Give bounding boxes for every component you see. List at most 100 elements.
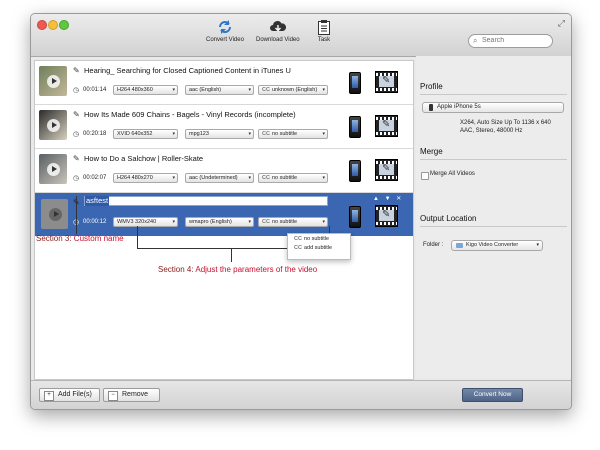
divider bbox=[420, 94, 567, 95]
divider bbox=[420, 159, 567, 160]
task-button[interactable]: Task bbox=[317, 19, 331, 43]
clock-icon: ◷ bbox=[73, 131, 80, 138]
clipboard-icon bbox=[318, 20, 330, 35]
video-edit-icon[interactable] bbox=[375, 71, 398, 93]
popup-no-subtitle[interactable]: CC no subtitle bbox=[288, 234, 350, 243]
video-duration: 00:02:07 bbox=[83, 175, 107, 181]
remove-file-icon: − bbox=[108, 391, 118, 401]
video-codec-value: XVID 640x352 bbox=[117, 131, 153, 137]
download-video-button[interactable]: Download Video bbox=[256, 19, 300, 43]
video-edit-icon[interactable] bbox=[375, 159, 398, 181]
add-file-icon: + bbox=[44, 391, 54, 401]
audio-track-select[interactable]: aac (English) ▾ bbox=[185, 85, 254, 95]
row-controls: ▲ ▼ ✕ bbox=[373, 195, 405, 202]
dropdown-arrow-icon: ▾ bbox=[172, 87, 175, 93]
video-edit-icon[interactable] bbox=[375, 115, 398, 137]
video-thumbnail[interactable] bbox=[39, 154, 67, 184]
merge-all-label[interactable]: Merge All Videos bbox=[430, 171, 475, 177]
dropdown-arrow-icon: ▾ bbox=[322, 131, 325, 137]
close-window-button[interactable] bbox=[37, 20, 47, 30]
annotation-key: Section 4: bbox=[158, 265, 194, 274]
subtitle-select[interactable]: CC no subtitle ▾ bbox=[258, 173, 328, 183]
video-row[interactable]: ✎ How to Do a Salchow | Roller-Skate ◷ 0… bbox=[35, 149, 413, 193]
play-icon[interactable] bbox=[47, 119, 60, 132]
profile-select-button[interactable]: Apple iPhone 5s bbox=[422, 102, 564, 113]
audio-track-value: aac (Undetermined) bbox=[189, 175, 238, 181]
audio-track-value: wmapro (English) bbox=[189, 219, 232, 225]
search-icon: ⌕ bbox=[473, 36, 478, 45]
iphone-profile-icon[interactable] bbox=[349, 116, 361, 138]
video-thumbnail[interactable] bbox=[39, 66, 67, 96]
download-video-label: Download Video bbox=[256, 37, 300, 43]
remove-row-icon[interactable]: ✕ bbox=[396, 196, 401, 202]
annotation-text: Custom name bbox=[71, 234, 124, 243]
search-box[interactable]: ⌕ bbox=[468, 34, 553, 48]
audio-track-select[interactable]: aac (Undetermined) ▾ bbox=[185, 173, 254, 183]
iphone-profile-icon[interactable] bbox=[349, 72, 361, 94]
custom-name-field[interactable] bbox=[84, 196, 328, 206]
play-icon[interactable] bbox=[49, 208, 62, 221]
search-input[interactable] bbox=[482, 36, 548, 45]
iphone-profile-icon[interactable] bbox=[349, 206, 361, 228]
video-codec-value: H264 480x270 bbox=[117, 175, 153, 181]
subtitle-value: no subtitle bbox=[271, 131, 298, 137]
minimize-window-button[interactable] bbox=[48, 20, 58, 30]
edit-name-icon[interactable]: ✎ bbox=[73, 110, 80, 119]
annotation-section4: Section 4: Adjust the parameters of the … bbox=[158, 265, 317, 274]
footer-bar: + Add File(s) − Remove Convert Now bbox=[31, 380, 571, 409]
profile-video-info: X264, Auto Size Up To 1136 x 640 bbox=[460, 120, 551, 126]
video-codec-select[interactable]: XVID 640x352 ▾ bbox=[113, 129, 178, 139]
folder-icon bbox=[456, 243, 463, 248]
video-codec-value: H264 480x360 bbox=[117, 87, 153, 93]
subtitle-select[interactable]: CC unknown (English) ▾ bbox=[258, 85, 328, 95]
merge-all-checkbox[interactable] bbox=[421, 172, 429, 180]
edit-name-icon[interactable]: ✎ bbox=[73, 154, 80, 163]
video-duration: 00:01:14 bbox=[83, 87, 107, 93]
popup-item-label: no subtitle bbox=[303, 236, 330, 242]
convert-icon bbox=[218, 20, 231, 34]
dropdown-arrow-icon: ▾ bbox=[248, 131, 251, 137]
iphone-profile-icon[interactable] bbox=[349, 160, 361, 182]
audio-track-select[interactable]: mpg123 ▾ bbox=[185, 129, 254, 139]
convert-now-button[interactable]: Convert Now bbox=[462, 388, 523, 402]
dropdown-arrow-icon: ▾ bbox=[322, 219, 325, 225]
cc-icon: CC bbox=[294, 245, 302, 251]
subtitle-popup-menu: CC no subtitle CC add subtitle bbox=[287, 233, 351, 260]
dropdown-arrow-icon: ▾ bbox=[248, 87, 251, 93]
popup-item-label: add subtitle bbox=[303, 245, 333, 251]
video-thumbnail[interactable] bbox=[39, 110, 67, 140]
subtitle-value: unknown (English) bbox=[271, 87, 318, 93]
dropdown-arrow-icon: ▾ bbox=[172, 219, 175, 225]
fullscreen-icon[interactable]: ⤢ bbox=[558, 18, 565, 29]
video-codec-select[interactable]: H264 480x360 ▾ bbox=[113, 85, 178, 95]
video-title: How Its Made 609 Chains - Bagels - Vinyl… bbox=[84, 110, 296, 119]
video-codec-select[interactable]: H264 480x270 ▾ bbox=[113, 173, 178, 183]
subtitle-select[interactable]: CC no subtitle ▾ bbox=[258, 129, 328, 139]
zoom-window-button[interactable] bbox=[59, 20, 69, 30]
move-down-icon[interactable]: ▼ bbox=[385, 196, 391, 202]
video-row[interactable]: ✎ How Its Made 609 Chains - Bagels - Vin… bbox=[35, 105, 413, 149]
convert-video-button[interactable]: Convert Video bbox=[206, 19, 244, 43]
output-location-heading: Output Location bbox=[420, 214, 477, 223]
clock-icon: ◷ bbox=[73, 175, 80, 182]
dropdown-arrow-icon: ▾ bbox=[172, 175, 175, 181]
remove-button[interactable]: − Remove bbox=[103, 388, 160, 402]
move-up-icon[interactable]: ▲ bbox=[373, 196, 379, 202]
dropdown-arrow-icon: ▾ bbox=[248, 219, 251, 225]
convert-video-label: Convert Video bbox=[206, 37, 244, 43]
play-icon[interactable] bbox=[47, 163, 60, 176]
video-thumbnail[interactable] bbox=[41, 199, 68, 229]
folder-select[interactable]: Kigo Video Converter ▾ bbox=[451, 240, 543, 251]
cc-icon: CC bbox=[262, 219, 270, 225]
video-row[interactable]: ✎ Hearing_ Searching for Closed Captione… bbox=[35, 61, 413, 105]
dropdown-arrow-icon: ▾ bbox=[536, 242, 539, 248]
edit-name-icon[interactable]: ✎ bbox=[73, 66, 80, 75]
custom-name-value[interactable]: asftest bbox=[85, 196, 110, 206]
video-title: How to Do a Salchow | Roller-Skate bbox=[84, 154, 204, 163]
popup-add-subtitle[interactable]: CC add subtitle bbox=[288, 243, 350, 252]
cc-icon: CC bbox=[262, 87, 270, 93]
annotation-line-section4 bbox=[231, 248, 232, 262]
play-icon[interactable] bbox=[47, 75, 60, 88]
video-edit-icon[interactable] bbox=[375, 205, 398, 227]
add-files-button[interactable]: + Add File(s) bbox=[39, 388, 100, 402]
